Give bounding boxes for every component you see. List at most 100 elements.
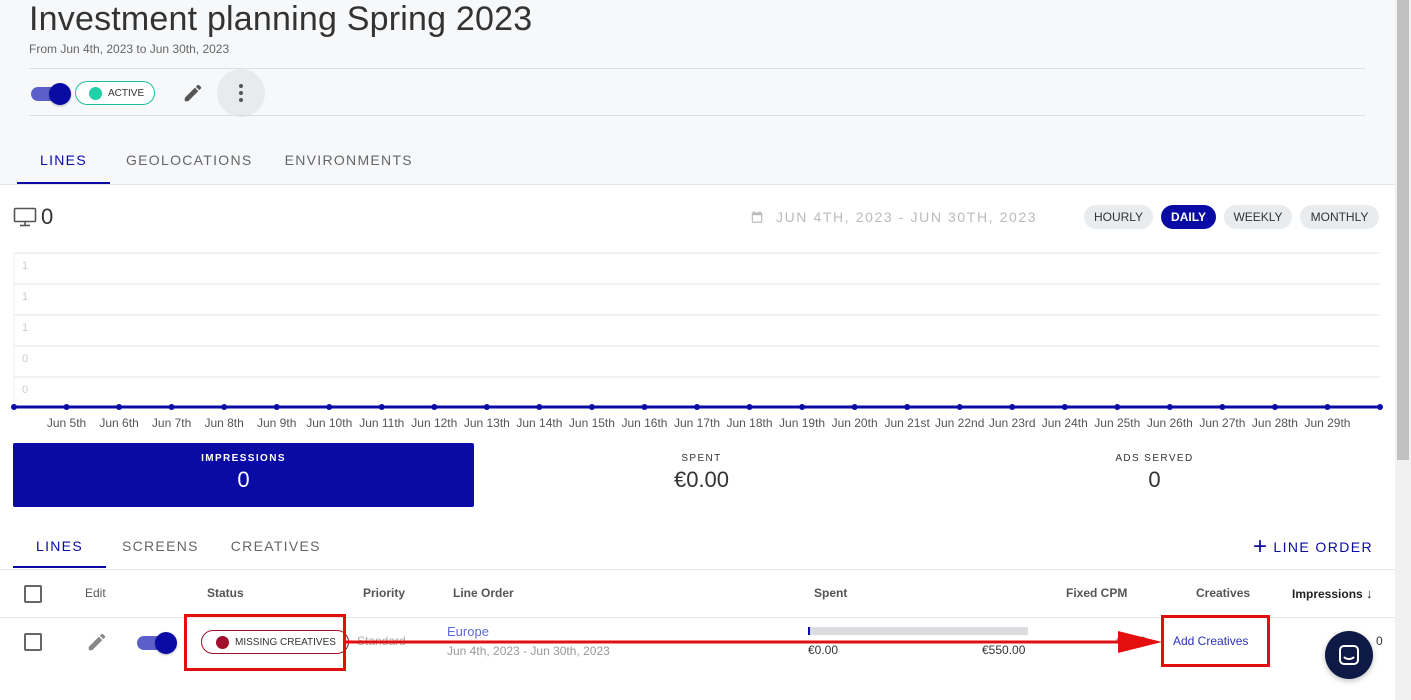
chart-x-tick-label: Jun 10th [306, 416, 352, 430]
pencil-icon [88, 633, 106, 651]
chart-y-tick-label: 0 [22, 353, 28, 365]
chart-point [1166, 404, 1173, 410]
chart-point [588, 404, 595, 410]
priority-value: Standard [357, 634, 406, 648]
monitor-icon [13, 207, 37, 227]
more-vertical-icon [239, 84, 243, 102]
plus-icon: + [1253, 533, 1269, 560]
chart-y-tick-label: 1 [22, 291, 28, 303]
screens-count-value: 0 [41, 204, 54, 229]
chart-point [1377, 404, 1383, 410]
chart-point [536, 404, 543, 410]
line-active-toggle[interactable] [137, 631, 177, 654]
col-fixed-cpm[interactable]: Fixed CPM [1066, 586, 1127, 600]
kpi-ads-served[interactable]: ADS SERVED 0 [924, 443, 1385, 507]
select-all-checkbox[interactable] [24, 585, 42, 603]
chart-x-tick-label: Jun 14th [516, 416, 562, 430]
period-weekly-button[interactable]: WEEKLY [1224, 205, 1292, 229]
col-impressions[interactable]: Impressions ↓ [1292, 586, 1373, 601]
chat-icon [1339, 645, 1359, 665]
chart-x-tick-label: Jun 9th [257, 416, 296, 430]
col-spent[interactable]: Spent [814, 586, 847, 600]
tab-screens[interactable]: SCREENS [106, 528, 215, 568]
vertical-scrollbar[interactable] [1395, 0, 1411, 700]
col-status[interactable]: Status [207, 586, 244, 600]
chart-x-tick-label: Jun 7th [152, 416, 191, 430]
chart-x-tick-label: Jun 28th [1252, 416, 1298, 430]
spent-current: €0.00 [808, 643, 839, 657]
tab-creatives[interactable]: CREATIVES [215, 528, 337, 568]
add-line-order-label: LINE ORDER [1273, 539, 1373, 555]
chart-x-tick-label: Jun 26th [1147, 416, 1193, 430]
bottom-tabs: LINES SCREENS CREATIVES [13, 528, 337, 568]
chart-point [483, 404, 490, 410]
chart-point [694, 404, 700, 410]
status-dot [89, 86, 102, 100]
edit-line-button[interactable] [86, 631, 108, 653]
chart-y-tick-label: 0 [22, 384, 28, 396]
chart-x-tick-label: Jun 21st [884, 416, 930, 430]
chart-x-tick-label: Jun 24th [1042, 416, 1088, 430]
campaign-date-range: From Jun 4th, 2023 to Jun 30th, 2023 [29, 42, 230, 56]
chart-point [1114, 404, 1121, 410]
chart-point [1009, 404, 1016, 410]
period-monthly-button[interactable]: MONTHLY [1300, 205, 1379, 229]
divider [29, 68, 1365, 69]
line-order-link[interactable]: Europe [447, 624, 489, 639]
chart-point [799, 404, 806, 410]
kpi-spent-label: SPENT [681, 453, 722, 464]
kpi-impressions-value: 0 [237, 467, 250, 492]
kpi-impressions-label: IMPRESSIONS [201, 453, 286, 464]
chart-point [746, 404, 753, 410]
status-badge-label: ACTIVE [108, 87, 145, 99]
chart-y-tick-label: 1 [22, 260, 28, 272]
col-line-order[interactable]: Line Order [453, 586, 514, 600]
col-priority[interactable]: Priority [363, 586, 405, 600]
col-creatives[interactable]: Creatives [1196, 586, 1250, 600]
chart-x-tick-label: Jun 20th [832, 416, 878, 430]
chart-x-tick-label: Jun 29th [1304, 416, 1350, 430]
kpi-impressions[interactable]: IMPRESSIONS 0 [13, 443, 474, 507]
chart-point [1271, 404, 1278, 410]
edit-campaign-button[interactable] [181, 81, 205, 105]
chart-point [1219, 404, 1226, 410]
spent-progress-fill [808, 627, 810, 635]
chart-point [273, 404, 280, 410]
kpi-ads-served-value: 0 [1148, 467, 1161, 492]
scrollbar-thumb[interactable] [1397, 0, 1409, 460]
period-hourly-button[interactable]: HOURLY [1084, 205, 1153, 229]
more-options-button[interactable] [217, 69, 265, 117]
campaign-header: Investment planning Spring 2023 From Jun… [0, 0, 1395, 185]
tab-geolocations[interactable]: GEOLOCATIONS [110, 140, 269, 184]
chart-x-tick-label: Jun 13th [464, 416, 510, 430]
kpi-spent-value: €0.00 [673, 467, 730, 492]
campaign-active-toggle[interactable] [31, 82, 71, 105]
tab-environments[interactable]: ENVIRONMENTS [269, 140, 429, 184]
kpi-ads-served-label: ADS SERVED [1115, 453, 1194, 464]
kpi-spent[interactable]: SPENT €0.00 [471, 443, 932, 507]
status-badge-active: ACTIVE [75, 81, 156, 105]
arrow-down-icon: ↓ [1366, 586, 1373, 601]
calendar-icon [751, 211, 763, 223]
tab-lines[interactable]: LINES [17, 140, 110, 184]
chart-x-tick-label: Jun 11th [359, 416, 404, 430]
chart-x-tick-label: Jun 8th [204, 416, 243, 430]
annotation-box-status [184, 614, 346, 671]
chart-point [641, 404, 648, 410]
chart-point [378, 404, 385, 410]
period-daily-button[interactable]: DAILY [1161, 205, 1216, 229]
chart-point [1061, 404, 1068, 410]
chart-x-tick-label: Jun 12th [411, 416, 457, 430]
chart-point [904, 404, 911, 410]
row-checkbox[interactable] [24, 633, 42, 651]
line-order-dates: Jun 4th, 2023 - Jun 30th, 2023 [447, 644, 610, 658]
add-line-order-button[interactable]: + LINE ORDER [1253, 533, 1373, 560]
chat-button[interactable] [1325, 631, 1373, 679]
chart-point [116, 404, 123, 410]
chart-y-tick-label: 1 [22, 322, 28, 334]
chart-x-tick-label: Jun 18th [727, 416, 773, 430]
date-range-picker[interactable]: JUN 4TH, 2023 - JUN 30TH, 2023 [750, 209, 1037, 225]
chart-point [326, 404, 333, 410]
chart-x-tick-label: Jun 16th [621, 416, 667, 430]
tab-lines-table[interactable]: LINES [13, 528, 106, 568]
